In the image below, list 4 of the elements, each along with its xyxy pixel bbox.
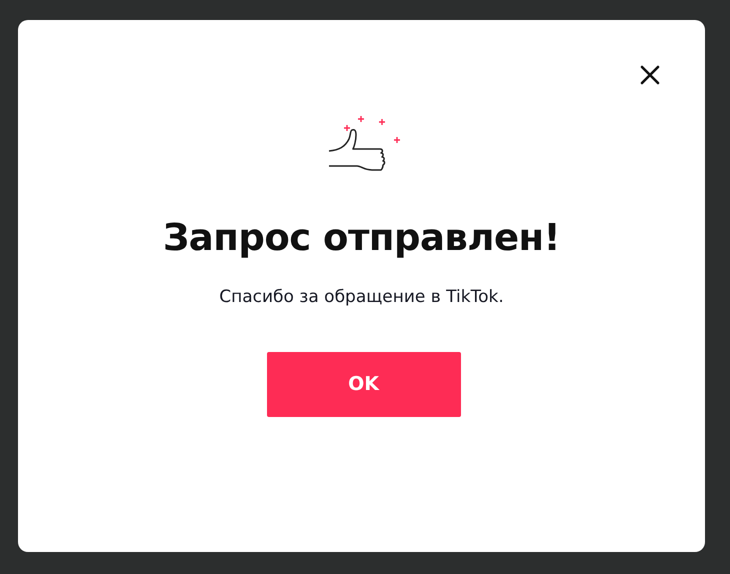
dialog-title: Запрос отправлен! bbox=[163, 215, 560, 261]
ok-button[interactable]: OK bbox=[266, 352, 460, 417]
dialog-message: Спасибо за обращение в TikTok. bbox=[219, 286, 504, 309]
close-icon[interactable] bbox=[639, 64, 661, 86]
